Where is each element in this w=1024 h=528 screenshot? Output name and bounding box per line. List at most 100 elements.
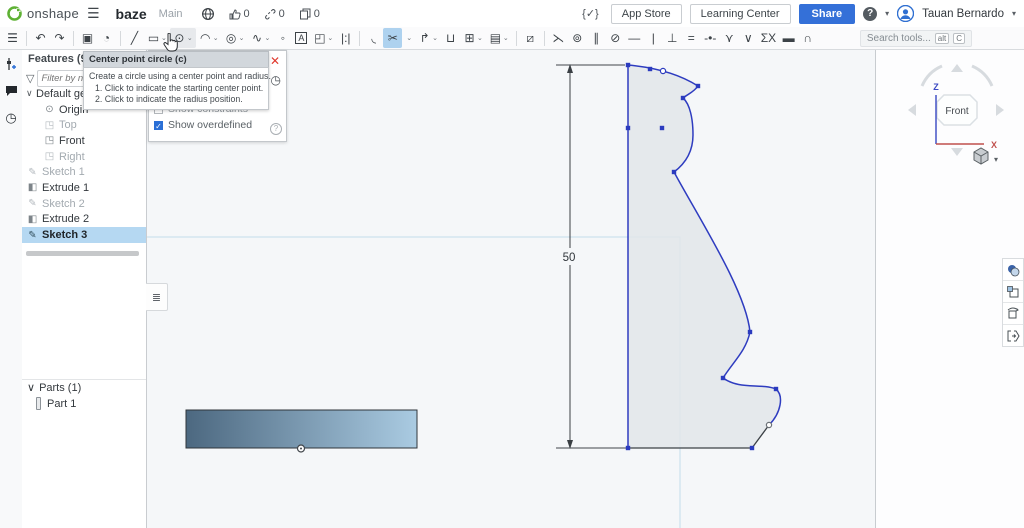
dropdown-caret-icon[interactable]: ⌄ xyxy=(432,34,438,42)
feature-item-extrude2[interactable]: ◧ Extrude 2 xyxy=(22,212,146,228)
undo-button[interactable]: ↶ xyxy=(31,28,50,48)
rotate-ccw-arc[interactable] xyxy=(920,64,943,87)
perpendicular-constraint-button[interactable]: ⊥ xyxy=(663,28,682,48)
feature-item-sketch2[interactable]: ✎ Sketch 2 xyxy=(22,196,146,212)
point-tool-button[interactable]: ◦ xyxy=(273,28,292,48)
equal-constraint-button[interactable]: = xyxy=(682,28,701,48)
likes-counter[interactable]: 0 xyxy=(229,8,250,20)
search-tools-box[interactable]: Search tools... alt C xyxy=(859,29,972,47)
feature-list-toggle-button[interactable]: ☰ xyxy=(3,28,22,48)
dropdown-caret-icon[interactable]: ⌄ xyxy=(187,34,193,42)
rotate-right-arrow[interactable] xyxy=(996,104,1004,116)
help-caret-icon[interactable]: ▾ xyxy=(885,9,889,18)
rectangle-tool-button[interactable]: ▭ ⌄ xyxy=(144,28,170,48)
redo-button[interactable]: ↷ xyxy=(50,28,69,48)
rotate-up-arrow[interactable] xyxy=(951,64,963,72)
pattern-tool-button[interactable]: ⊞ ⌄ xyxy=(460,28,486,48)
rotate-cw-arc[interactable] xyxy=(971,64,994,87)
insert-dxf-tool-button[interactable]: ▤ ⌄ xyxy=(486,28,512,48)
main-menu-icon[interactable]: ☰ xyxy=(87,5,100,22)
extend-tool-button[interactable]: ↱ ⌄ xyxy=(415,28,441,48)
named-views-button[interactable] xyxy=(1003,303,1023,325)
horizontal-constraint-button[interactable]: — xyxy=(625,28,644,48)
feature-item-sketch3[interactable]: ✎ Sketch 3 xyxy=(22,227,146,243)
curvature-constraint-button[interactable]: ∩ xyxy=(798,28,817,48)
line-tool-button[interactable]: ╱ xyxy=(125,28,144,48)
dropdown-caret-icon[interactable]: ⌄ xyxy=(327,34,333,42)
onshape-logo[interactable]: onshape xyxy=(0,6,79,21)
dropdown-caret-icon[interactable]: ⌄ xyxy=(265,34,271,42)
part1-body[interactable] xyxy=(185,409,418,449)
user-name[interactable]: Tauan Bernardo xyxy=(922,8,1004,20)
variables-icon[interactable] xyxy=(5,57,18,71)
coincident-constraint-button[interactable]: ⋋ xyxy=(549,28,568,48)
history-icon[interactable]: ◷ xyxy=(5,111,16,124)
spline-tool-button[interactable]: ∿ ⌄ xyxy=(248,28,274,48)
midpoint-constraint-button[interactable]: -•- xyxy=(701,28,720,48)
dropdown-caret-icon[interactable]: ⌄ xyxy=(213,34,219,42)
fix-constraint-button[interactable]: ▬ xyxy=(779,28,798,48)
dropdown-caret-icon[interactable]: ⌄ xyxy=(477,34,483,42)
normal-constraint-button[interactable]: ∨ xyxy=(739,28,758,48)
appearance-button[interactable] xyxy=(1003,259,1023,281)
dropdown-caret-icon[interactable]: ⌄ xyxy=(239,34,245,42)
app-store-button[interactable]: App Store xyxy=(610,3,682,24)
circle-tool-button[interactable]: ⊙ ⌄ xyxy=(169,28,196,48)
copies-counter[interactable]: 0 xyxy=(299,8,320,20)
view-cube[interactable]: Front Z X xyxy=(908,64,1004,156)
dimension-50[interactable]: 50 xyxy=(557,64,582,449)
show-overdefined-checkbox[interactable]: ✓ xyxy=(154,120,163,131)
feature-item-right[interactable]: ◳ Right xyxy=(22,149,146,165)
document-title[interactable]: baze xyxy=(116,6,147,22)
chevron-down-icon[interactable]: ∨ xyxy=(26,88,36,99)
origin-marker[interactable] xyxy=(296,444,306,453)
filter-funnel-icon[interactable]: ▽ xyxy=(26,72,34,85)
exploded-view-button[interactable] xyxy=(1003,325,1023,346)
comments-icon[interactable] xyxy=(5,85,18,97)
feature-item-extrude1[interactable]: ◧ Extrude 1 xyxy=(22,180,146,196)
split-tool-button[interactable]: ⊔ xyxy=(441,28,460,48)
globe-icon[interactable] xyxy=(201,7,215,21)
vertical-constraint-button[interactable]: | xyxy=(644,28,663,48)
dropdown-caret-icon[interactable]: ⌄ xyxy=(161,34,167,42)
text-tool-button[interactable]: A xyxy=(292,28,310,48)
learning-center-button[interactable]: Learning Center xyxy=(689,3,791,24)
tangent-constraint-button[interactable]: ⊘ xyxy=(606,28,625,48)
links-counter[interactable]: 0 xyxy=(264,8,285,20)
feature-item-front[interactable]: ◳ Front xyxy=(22,133,146,149)
sketch3-profile-region[interactable] xyxy=(628,65,781,448)
trim-dropdown[interactable]: ⌄ xyxy=(402,28,415,48)
construction-tool-button[interactable]: ⧄ xyxy=(521,28,540,48)
rollback-bar[interactable] xyxy=(26,251,139,256)
feature-item-top[interactable]: ◳ Top xyxy=(22,117,146,133)
dialog-history-icon[interactable]: ◷ xyxy=(271,73,281,87)
extrude-button[interactable]: ◔ xyxy=(97,28,116,48)
view-mode-button[interactable]: ▾ xyxy=(973,147,998,165)
section-view-button[interactable] xyxy=(1003,281,1023,303)
concentric-constraint-button[interactable]: ⊚ xyxy=(568,28,587,48)
feature-item-sketch1[interactable]: ✎ Sketch 1 xyxy=(22,164,146,180)
part-item-part1[interactable]: Part 1 xyxy=(36,397,76,410)
sketch-button[interactable]: ▣ xyxy=(78,28,97,48)
fillet-tool-button[interactable]: ◟ xyxy=(364,28,383,48)
trim-tool-button[interactable]: ✂ xyxy=(383,28,403,48)
pierce-constraint-button[interactable]: ⋎ xyxy=(720,28,739,48)
dialog-help-icon[interactable]: ? xyxy=(270,123,282,135)
share-button[interactable]: Share xyxy=(798,3,856,24)
mirror-tool-button[interactable]: |:| xyxy=(336,28,355,48)
help-button[interactable]: ? xyxy=(863,6,878,21)
arc-tool-button[interactable]: ◠ ⌄ xyxy=(196,28,222,48)
parts-header[interactable]: ∨ Parts (1) xyxy=(27,381,81,395)
use-project-tool-button[interactable]: ◰ ⌄ xyxy=(310,28,336,48)
dimension-label[interactable]: 50 xyxy=(563,252,576,264)
avatar[interactable] xyxy=(897,5,915,22)
ellipse-tool-button[interactable]: ◎ ⌄ xyxy=(222,28,248,48)
user-menu-caret-icon[interactable]: ▾ xyxy=(1012,9,1016,18)
show-overdefined-row[interactable]: ✓ Show overdefined xyxy=(154,119,252,131)
view-mode-caret-icon[interactable]: ▾ xyxy=(994,155,998,164)
rotate-down-arrow[interactable] xyxy=(951,148,963,156)
parallel-constraint-button[interactable]: ∥ xyxy=(587,28,606,48)
feature-list-flyout-button[interactable]: ≣ xyxy=(146,283,168,311)
featurescript-icon[interactable]: {✓} xyxy=(582,7,599,20)
workspace-name[interactable]: Main xyxy=(159,8,183,20)
